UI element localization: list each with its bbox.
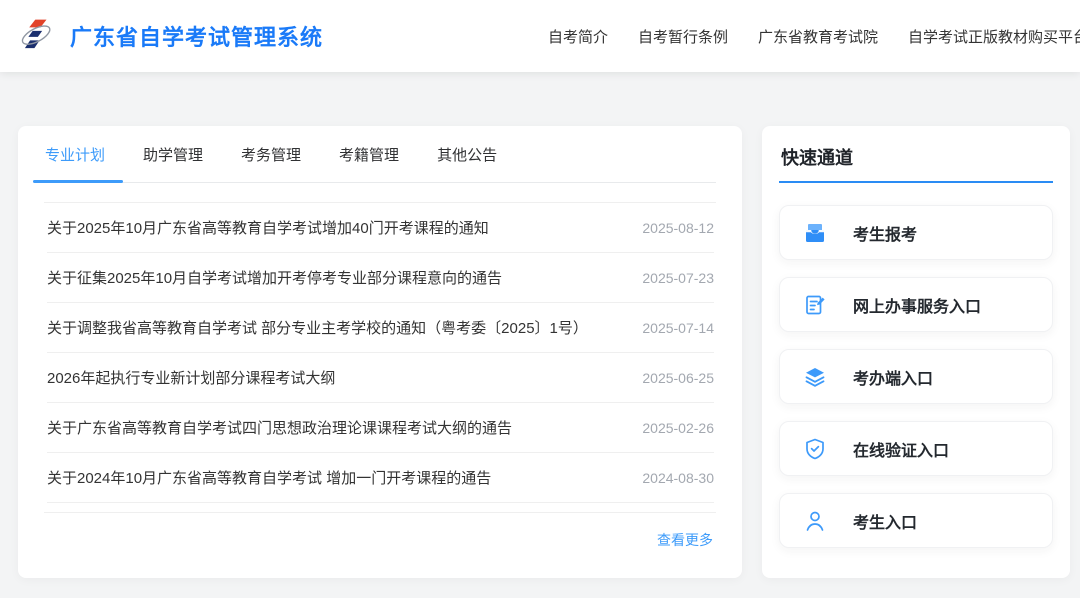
quick-item-candidate-entrance[interactable]: 考生入口: [779, 493, 1053, 548]
edit-document-icon: [803, 293, 827, 317]
quick-item-candidate-registration[interactable]: 考生报考: [779, 205, 1053, 260]
nav-link-textbook-platform[interactable]: 自学考试正版教材购买平台: [908, 26, 1080, 47]
notice-footer: 查看更多: [44, 512, 716, 550]
tab-exam-affairs-management[interactable]: 考务管理: [241, 126, 301, 182]
tab-study-aid-management[interactable]: 助学管理: [143, 126, 203, 182]
nav-link-provisional-regulations[interactable]: 自考暂行条例: [638, 26, 728, 47]
notice-tabs: 专业计划 助学管理 考务管理 考籍管理 其他公告: [32, 126, 716, 183]
notice-title[interactable]: 关于调整我省高等教育自学考试 部分专业主考学校的通知（粤考委〔2025〕1号）: [47, 317, 588, 338]
quick-item-online-services-entrance[interactable]: 网上办事服务入口: [779, 277, 1053, 332]
quick-item-online-verification-entrance[interactable]: 在线验证入口: [779, 421, 1053, 476]
tab-major-plans[interactable]: 专业计划: [32, 126, 124, 183]
notice-date: 2025-06-25: [642, 369, 714, 386]
user-icon: [803, 509, 827, 533]
notice-date: 2025-08-12: [642, 219, 714, 236]
inbox-icon: [803, 221, 827, 245]
quick-channel-title: 快速通道: [781, 148, 853, 168]
notice-date: 2025-07-14: [642, 319, 714, 336]
quick-item-label: 考生报考: [853, 226, 918, 244]
quick-channel-underline: [779, 181, 1053, 183]
notice-date: 2025-02-26: [642, 419, 714, 436]
quick-item-label: 考办端入口: [853, 370, 934, 388]
tab-other-announcements[interactable]: 其他公告: [437, 126, 497, 182]
quick-item-label: 在线验证入口: [853, 442, 950, 460]
notice-row[interactable]: 2026年起执行专业新计划部分课程考试大纲 2025-06-25: [47, 353, 714, 403]
header-nav: 自考简介 自考暂行条例 广东省教育考试院 自学考试正版教材购买平台: [548, 26, 1080, 47]
notice-row[interactable]: 关于2024年10月广东省高等教育自学考试 增加一门开考课程的通告 2024-0…: [47, 453, 714, 503]
notice-date: 2025-07-23: [642, 269, 714, 286]
notice-date: 2024-08-30: [642, 469, 714, 486]
quick-item-exam-office-entrance[interactable]: 考办端入口: [779, 349, 1053, 404]
nav-link-zikao-intro[interactable]: 自考简介: [548, 26, 608, 47]
notice-row[interactable]: 关于调整我省高等教育自学考试 部分专业主考学校的通知（粤考委〔2025〕1号） …: [47, 303, 714, 353]
app-title: 广东省自学考试管理系统: [70, 25, 324, 50]
app-logo[interactable]: 广东省自学考试管理系统: [18, 17, 323, 55]
notice-row[interactable]: 关于征集2025年10月自学考试增加开考停考专业部分课程意向的通告 2025-0…: [47, 253, 714, 303]
notice-title[interactable]: 2026年起执行专业新计划部分课程考试大纲: [47, 367, 335, 388]
notice-panel: 专业计划 助学管理 考务管理 考籍管理 其他公告 关于2025年10月广东省高等…: [18, 126, 742, 578]
view-more-link[interactable]: 查看更多: [657, 530, 713, 550]
notice-title[interactable]: 关于广东省高等教育自学考试四门思想政治理论课课程考试大纲的通告: [47, 417, 512, 438]
notice-list: 关于2025年10月广东省高等教育自学考试增加40门开考课程的通知 2025-0…: [44, 202, 716, 503]
quick-item-label: 网上办事服务入口: [853, 298, 982, 316]
notice-row[interactable]: 关于广东省高等教育自学考试四门思想政治理论课课程考试大纲的通告 2025-02-…: [47, 403, 714, 453]
logo-icon: [18, 17, 56, 55]
quick-channel-panel: 快速通道 考生报考 网上办事服务入口 考办端入口 在线验证入口 考生入口: [762, 126, 1070, 578]
notice-title[interactable]: 关于征集2025年10月自学考试增加开考停考专业部分课程意向的通告: [47, 267, 502, 288]
notice-title[interactable]: 关于2025年10月广东省高等教育自学考试增加40门开考课程的通知: [47, 217, 489, 238]
layers-icon: [803, 365, 827, 389]
app-header: 广东省自学考试管理系统 自考简介 自考暂行条例 广东省教育考试院 自学考试正版教…: [0, 0, 1080, 72]
nav-link-gd-education-exam-institute[interactable]: 广东省教育考试院: [758, 26, 878, 47]
tab-exam-records-management[interactable]: 考籍管理: [339, 126, 399, 182]
shield-check-icon: [803, 437, 827, 461]
quick-item-label: 考生入口: [853, 514, 918, 532]
notice-title[interactable]: 关于2024年10月广东省高等教育自学考试 增加一门开考课程的通告: [47, 467, 491, 488]
notice-row[interactable]: 关于2025年10月广东省高等教育自学考试增加40门开考课程的通知 2025-0…: [47, 203, 714, 253]
